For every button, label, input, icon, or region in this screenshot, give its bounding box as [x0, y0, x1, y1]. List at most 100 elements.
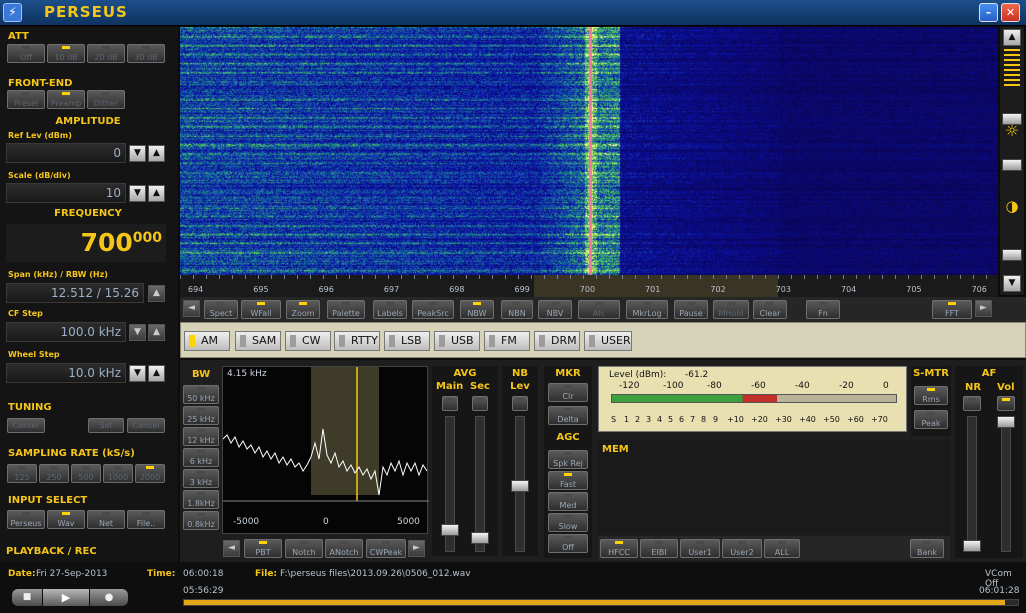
mem-eibi-button[interactable]: EIBI	[640, 539, 678, 558]
filter-cwpeak-button[interactable]: CWPeak	[366, 539, 406, 558]
af-nr-button[interactable]	[963, 396, 981, 411]
agc-slow-button[interactable]: Slow	[548, 513, 588, 532]
input-file-button[interactable]: File..	[127, 510, 165, 529]
avg-main-button[interactable]	[442, 396, 458, 411]
mode-rtty-button[interactable]: RTTY	[334, 331, 380, 351]
frontend-preamp-button[interactable]: Preamp	[47, 90, 85, 109]
avg-sec-knob[interactable]	[471, 532, 489, 544]
smtr-rms-button[interactable]: Rms	[914, 386, 948, 405]
scale-down-button[interactable]: ▼	[129, 185, 146, 202]
stop-button[interactable]: ■	[12, 589, 42, 606]
af-vol-knob[interactable]	[997, 416, 1015, 428]
memory-panel[interactable]: MEM	[598, 440, 950, 535]
frequency-display[interactable]: 700000	[6, 224, 166, 262]
toolbar-right-button[interactable]: ►	[975, 300, 992, 317]
smtr-peak-button[interactable]: Peak	[914, 410, 948, 429]
toolbar-wfall-button[interactable]: WFall	[241, 300, 281, 319]
bw-6-khz-button[interactable]: 6 kHz	[183, 448, 219, 467]
scale-field[interactable]: 10	[6, 183, 126, 203]
toolbar-zoom-button[interactable]: Zoom	[286, 300, 320, 319]
mem-user1-button[interactable]: User1	[680, 539, 720, 558]
bw-12-khz-button[interactable]: 12 kHz	[183, 427, 219, 446]
minimize-button[interactable]: –	[979, 3, 998, 22]
ref-level-down-button[interactable]: ▼	[129, 145, 146, 162]
mode-usb-button[interactable]: USB	[434, 331, 480, 351]
sampling-2000-button[interactable]: 2000	[135, 464, 165, 483]
sampling-500-button[interactable]: 500	[71, 464, 101, 483]
sampling-1000-button[interactable]: 1000	[103, 464, 133, 483]
mem-bank-button[interactable]: Bank	[910, 539, 944, 558]
mkr-delta-button[interactable]: Delta	[548, 406, 588, 425]
filter-anotch-button[interactable]: ANotch	[325, 539, 363, 558]
contrast-slider-thumb[interactable]	[1004, 49, 1020, 89]
af-vol-slider[interactable]	[1001, 416, 1011, 552]
agc-med-button[interactable]: Med	[548, 492, 588, 511]
bw-0-8khz-button[interactable]: 0.8kHz	[183, 511, 219, 530]
filter-notch-button[interactable]: Notch	[285, 539, 323, 558]
toolbar-afc-button[interactable]: Afc	[578, 300, 620, 319]
mode-cw-button[interactable]: CW	[285, 331, 331, 351]
mem-user2-button[interactable]: User2	[722, 539, 762, 558]
toolbar-peaksrc-button[interactable]: PeakSrc	[412, 300, 454, 319]
playback-progress-track[interactable]	[183, 599, 1019, 606]
close-button[interactable]: ✕	[1001, 3, 1020, 22]
cf-step-down-button[interactable]: ▼	[129, 324, 146, 341]
mode-sam-button[interactable]: SAM	[235, 331, 281, 351]
toolbar-labels-button[interactable]: Labels	[373, 300, 407, 319]
scroll-down-button[interactable]: ▼	[1003, 275, 1021, 292]
toolbar-pause-button[interactable]: Pause	[674, 300, 708, 319]
bw-1-8khz-button[interactable]: 1.8kHz	[183, 490, 219, 509]
sampling-125-button[interactable]: 125	[7, 464, 37, 483]
att-30-db-button[interactable]: 30 dB	[127, 44, 165, 63]
waterfall-display[interactable]	[180, 27, 998, 275]
filter-left-button[interactable]: ◄	[223, 540, 240, 557]
att-off-button[interactable]: Off	[7, 44, 45, 63]
nb-level-knob[interactable]	[511, 480, 529, 492]
agc-spk-rej-button[interactable]: Spk Rej	[548, 450, 588, 469]
cf-step-field[interactable]: 100.0 kHz	[6, 322, 126, 342]
play-button[interactable]: ▶	[43, 589, 89, 606]
toolbar-nbw-button[interactable]: NBW	[460, 300, 494, 319]
toolbar-mhold-button[interactable]: MHold	[713, 300, 749, 319]
toolbar-nbv-button[interactable]: NBV	[538, 300, 572, 319]
bw-50-khz-button[interactable]: 50 kHz	[183, 385, 219, 404]
audio-spectrum[interactable]: 4.15 kHz -5000 0 5000	[222, 366, 429, 534]
att-10-db-button[interactable]: 10 dB	[47, 44, 85, 63]
filter-pbt-button[interactable]: PBT	[244, 539, 282, 558]
input-wav-button[interactable]: Wav	[47, 510, 85, 529]
filter-right-button[interactable]: ►	[408, 540, 425, 557]
contrast-knob[interactable]	[1002, 249, 1022, 261]
wheel-step-up-button[interactable]: ▲	[148, 365, 165, 382]
ref-level-up-button[interactable]: ▲	[148, 145, 165, 162]
af-nr-knob[interactable]	[963, 540, 981, 552]
frontend-presel-button[interactable]: Presel	[7, 90, 45, 109]
toolbar-mkrlog-button[interactable]: MkrLog	[626, 300, 668, 319]
mem-hfcc-button[interactable]: HFCC	[600, 539, 638, 558]
span-up-button[interactable]: ▲	[148, 285, 165, 302]
toolbar-left-button[interactable]: ◄	[183, 300, 200, 317]
toolbar-spect-button[interactable]: Spect	[204, 300, 238, 319]
agc-fast-button[interactable]: Fast	[548, 471, 588, 490]
tuning-set-button[interactable]: Set	[88, 418, 124, 433]
mode-lsb-button[interactable]: LSB	[384, 331, 430, 351]
cf-step-up-button[interactable]: ▲	[148, 324, 165, 341]
af-nr-slider[interactable]	[967, 416, 977, 552]
brightness-knob[interactable]	[1002, 159, 1022, 171]
input-net-button[interactable]: Net	[87, 510, 125, 529]
frontend-dither-button[interactable]: Dither	[87, 90, 125, 109]
scale-up-button[interactable]: ▲	[148, 185, 165, 202]
agc-off-button[interactable]: Off	[548, 534, 588, 553]
bw-25-khz-button[interactable]: 25 kHz	[183, 406, 219, 425]
mode-am-button[interactable]: AM	[184, 331, 230, 351]
avg-sec-button[interactable]	[472, 396, 488, 411]
sampling-250-button[interactable]: 250	[39, 464, 69, 483]
toolbar-fn-button[interactable]: Fn	[806, 300, 840, 319]
toolbar-palette-button[interactable]: Palette	[327, 300, 365, 319]
avg-main-knob[interactable]	[441, 524, 459, 536]
toolbar-fft-button[interactable]: FFT	[932, 300, 972, 319]
ref-level-field[interactable]: 0	[6, 143, 126, 163]
toolbar-clear-button[interactable]: Clear	[753, 300, 787, 319]
tuning-center-button[interactable]: Center	[7, 418, 45, 433]
bw-3-khz-button[interactable]: 3 kHz	[183, 469, 219, 488]
mkr-clear-button[interactable]: Clr	[548, 383, 588, 402]
